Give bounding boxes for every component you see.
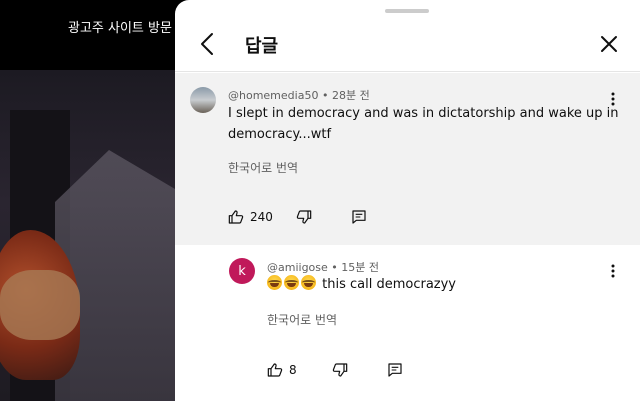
like-button[interactable]: 240 bbox=[228, 209, 273, 225]
parent-comment: @homemedia50 • 28분 전 I slept in democrac… bbox=[175, 73, 640, 245]
like-count: 240 bbox=[250, 210, 273, 224]
reply-author[interactable]: @amiigose bbox=[267, 261, 328, 274]
comment-actions: 240 bbox=[228, 209, 367, 225]
more-vertical-icon bbox=[611, 92, 615, 106]
comment-icon bbox=[352, 210, 366, 224]
chevron-left-icon bbox=[201, 33, 213, 55]
rofl-emoji bbox=[267, 275, 282, 290]
more-vertical-icon bbox=[611, 264, 615, 278]
avatar[interactable]: k bbox=[229, 258, 255, 284]
like-count: 8 bbox=[289, 363, 297, 377]
replies-panel: 답글 @homemedia50 • 28분 전 I slept in democ… bbox=[175, 0, 640, 401]
more-options-button[interactable] bbox=[606, 261, 620, 281]
thumbs-up-icon bbox=[228, 210, 244, 224]
drag-handle[interactable] bbox=[385, 9, 429, 13]
reply-button[interactable] bbox=[351, 209, 367, 225]
video-frame bbox=[0, 70, 200, 401]
reply-timestamp: 15분 전 bbox=[341, 261, 380, 274]
panel-header: 답글 bbox=[175, 14, 640, 72]
thumbs-down-icon bbox=[296, 210, 312, 224]
rofl-emoji bbox=[301, 275, 316, 290]
dislike-button[interactable] bbox=[296, 209, 312, 225]
back-button[interactable] bbox=[193, 30, 221, 58]
comment-timestamp: 28분 전 bbox=[331, 89, 370, 102]
like-button[interactable]: 8 bbox=[267, 362, 297, 378]
reply-button[interactable] bbox=[387, 362, 403, 378]
page-title: 답글 bbox=[245, 36, 279, 57]
avatar[interactable] bbox=[190, 87, 216, 113]
advertiser-site-link[interactable]: 광고주 사이트 방문 bbox=[68, 17, 172, 36]
dislike-button[interactable] bbox=[332, 362, 348, 378]
close-button[interactable] bbox=[596, 31, 622, 57]
thumbs-down-icon bbox=[332, 363, 347, 377]
more-options-button[interactable] bbox=[606, 89, 620, 109]
comment-text: I slept in democracy and was in dictator… bbox=[228, 106, 619, 142]
rofl-emoji bbox=[284, 275, 299, 290]
thumbs-up-icon bbox=[267, 363, 283, 377]
close-icon bbox=[601, 36, 617, 52]
translate-link[interactable]: 한국어로 번역 bbox=[228, 159, 298, 176]
reply-text: this call democrazyy bbox=[267, 274, 456, 295]
translate-link[interactable]: 한국어로 번역 bbox=[267, 311, 337, 328]
comment-icon bbox=[388, 363, 402, 377]
reply-actions: 8 bbox=[267, 362, 403, 378]
comment-author[interactable]: @homemedia50 bbox=[228, 89, 318, 102]
